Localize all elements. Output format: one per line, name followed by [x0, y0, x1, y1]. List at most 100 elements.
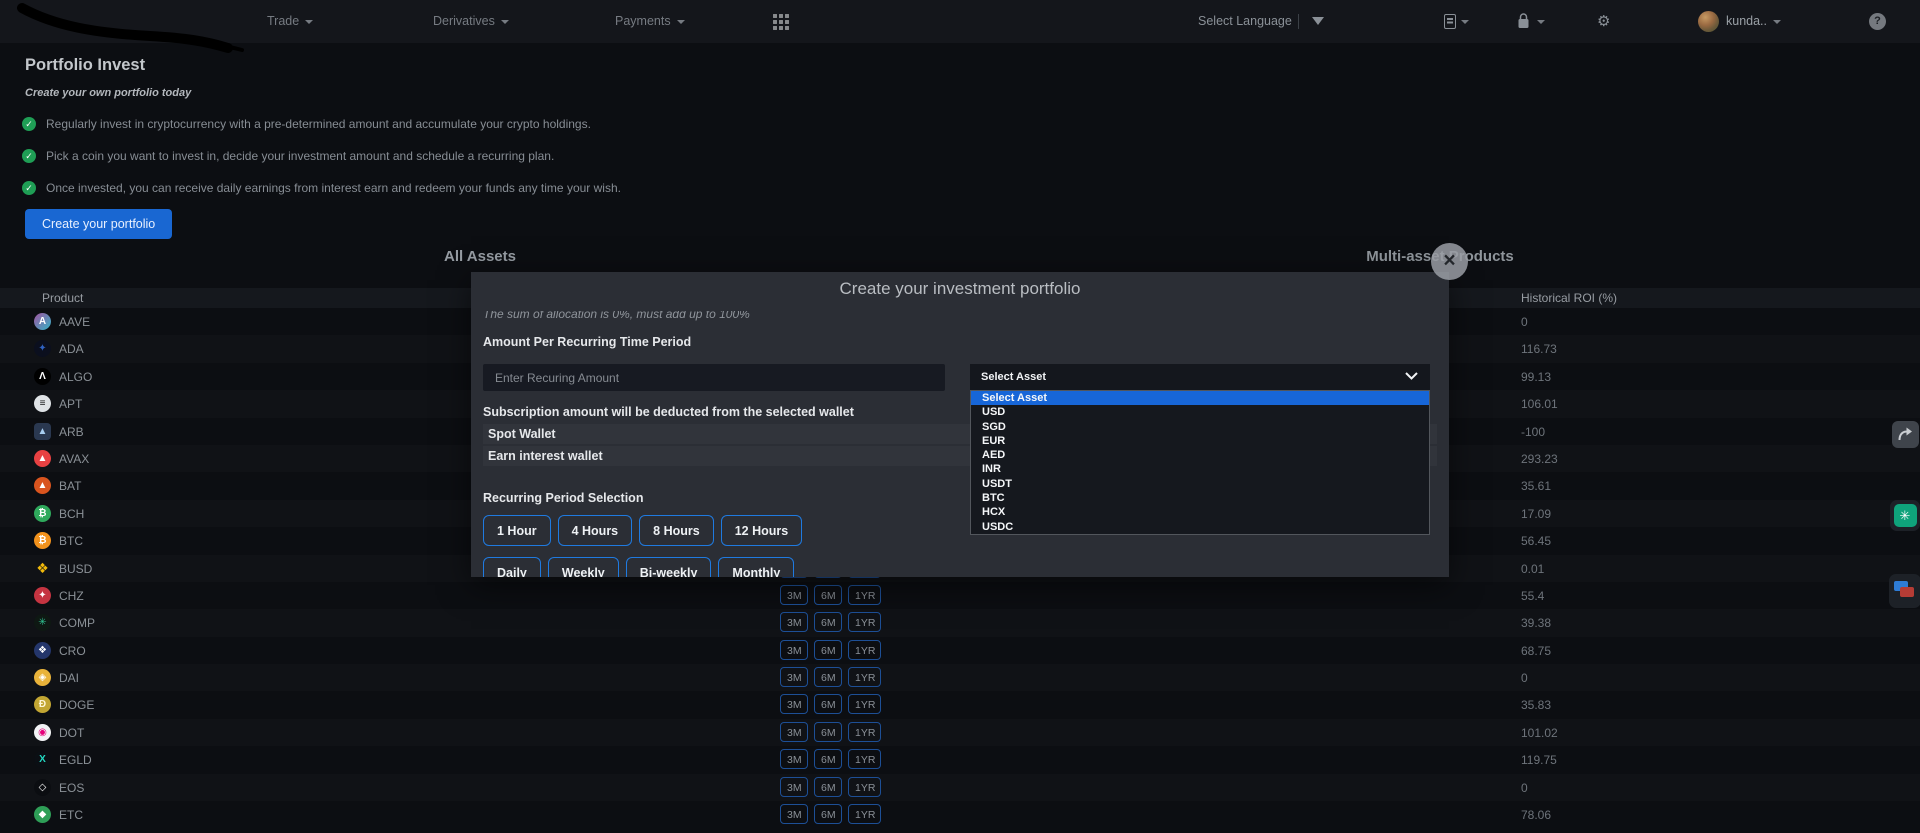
period-1yr-button[interactable]: 1YR — [848, 749, 881, 769]
period-option-button[interactable]: Bi-weekly — [626, 557, 712, 577]
feature-bullet: ✓ Regularly invest in cryptocurrency wit… — [22, 116, 591, 132]
coin-icon: ▲ — [34, 450, 51, 467]
orders-caret[interactable] — [1461, 0, 1469, 43]
coin-icon: ₿ — [34, 505, 51, 522]
roi-value: 0 — [1521, 315, 1528, 329]
nav-menu-trade[interactable]: Trade — [267, 0, 313, 43]
coin-symbol: COMP — [59, 616, 95, 630]
asset-dropdown-option[interactable]: USDT — [971, 477, 1429, 491]
roi-value: 0 — [1521, 671, 1528, 685]
table-row[interactable]: ◈ DAI 3M 6M 1YR 0 — [0, 664, 1920, 691]
period-6m-button[interactable]: 6M — [814, 667, 842, 687]
period-3m-button[interactable]: 3M — [780, 585, 808, 605]
period-option-button[interactable]: 12 Hours — [721, 515, 803, 546]
coin-icon: ◉ — [34, 724, 51, 741]
chevron-down-icon — [501, 20, 509, 24]
asset-dropdown-option[interactable]: INR — [971, 462, 1429, 476]
period-6m-button[interactable]: 6M — [814, 722, 842, 742]
tab-all-assets[interactable]: All Assets — [330, 248, 630, 265]
period-1yr-button[interactable]: 1YR — [848, 612, 881, 632]
asset-dropdown-option[interactable]: USDC — [971, 520, 1429, 534]
coin-symbol: APT — [59, 397, 82, 411]
roi-value: 106.01 — [1521, 397, 1558, 411]
period-option-button[interactable]: Monthly — [718, 557, 794, 577]
asset-dropdown-list: Select AssetUSDSGDEURAEDINRUSDTBTCHCXUSD… — [970, 390, 1430, 535]
nav-menu-payments[interactable]: Payments — [615, 0, 685, 43]
table-row[interactable]: ◇ EOS 3M 6M 1YR 0 — [0, 774, 1920, 801]
assistant-extension-icon[interactable]: ✳ — [1890, 500, 1920, 531]
page-title: Portfolio Invest — [25, 56, 145, 75]
close-icon[interactable]: × — [1431, 243, 1468, 280]
orders-ledger-icon[interactable] — [1444, 14, 1456, 29]
period-3m-button[interactable]: 3M — [780, 612, 808, 632]
nav-menu-derivatives[interactable]: Derivatives — [433, 0, 509, 43]
asset-dropdown-option[interactable]: SGD — [971, 420, 1429, 434]
asset-select-value: Select Asset — [981, 371, 1046, 383]
column-header-roi: Historical ROI (%) — [1521, 291, 1617, 305]
period-option-button[interactable]: 1 Hour — [483, 515, 551, 546]
period-3m-button[interactable]: 3M — [780, 694, 808, 714]
coin-icon: ❖ — [34, 642, 51, 659]
period-6m-button[interactable]: 6M — [814, 777, 842, 797]
share-shortcut-icon[interactable] — [1892, 421, 1919, 448]
language-dropdown-icon[interactable] — [1312, 17, 1324, 25]
period-option-button[interactable]: Daily — [483, 557, 541, 577]
period-6m-button[interactable]: 6M — [814, 749, 842, 769]
user-menu[interactable]: kunda.. — [1726, 0, 1781, 43]
asset-dropdown-option[interactable]: EUR — [971, 434, 1429, 448]
roi-value: 55.4 — [1521, 589, 1544, 603]
table-row[interactable]: Ð DOGE 3M 6M 1YR 35.83 — [0, 691, 1920, 718]
period-6m-button[interactable]: 6M — [814, 585, 842, 605]
asset-select[interactable]: Select Asset — [970, 364, 1430, 390]
table-row[interactable]: X EGLD 3M 6M 1YR 119.75 — [0, 746, 1920, 773]
period-1yr-button[interactable]: 1YR — [848, 640, 881, 660]
chevron-down-icon — [1461, 20, 1469, 24]
bullet-text: Pick a coin you want to invest in, decid… — [46, 149, 554, 163]
period-3m-button[interactable]: 3M — [780, 640, 808, 660]
period-1yr-button[interactable]: 1YR — [848, 804, 881, 824]
roi-value: -100 — [1521, 425, 1545, 439]
period-1yr-button[interactable]: 1YR — [848, 777, 881, 797]
chat-bubbles-icon[interactable] — [1889, 574, 1920, 608]
bag-lock-icon[interactable] — [1516, 13, 1531, 30]
coin-icon: ✦ — [34, 340, 51, 357]
asset-dropdown-option[interactable]: BTC — [971, 491, 1429, 505]
asset-dropdown-option[interactable]: AED — [971, 448, 1429, 462]
coin-symbol: ETC — [59, 808, 83, 822]
period-6m-button[interactable]: 6M — [814, 640, 842, 660]
period-1yr-button[interactable]: 1YR — [848, 722, 881, 742]
language-selector[interactable]: Select Language — [1198, 0, 1292, 43]
help-icon[interactable]: ? — [1869, 13, 1886, 30]
amount-label: Amount Per Recurring Time Period — [483, 335, 691, 349]
period-1yr-button[interactable]: 1YR — [848, 585, 881, 605]
table-row[interactable]: ✦ CHZ 3M 6M 1YR 55.4 — [0, 582, 1920, 609]
period-1yr-button[interactable]: 1YR — [848, 667, 881, 687]
period-6m-button[interactable]: 6M — [814, 612, 842, 632]
period-1yr-button[interactable]: 1YR — [848, 694, 881, 714]
period-6m-button[interactable]: 6M — [814, 804, 842, 824]
table-row[interactable]: ◆ ETC 3M 6M 1YR 78.06 — [0, 801, 1920, 828]
table-row[interactable]: ❖ CRO 3M 6M 1YR 68.75 — [0, 637, 1920, 664]
table-row[interactable]: ◉ DOT 3M 6M 1YR 101.02 — [0, 719, 1920, 746]
period-6m-button[interactable]: 6M — [814, 694, 842, 714]
asset-dropdown-option[interactable]: USD — [971, 405, 1429, 419]
period-3m-button[interactable]: 3M — [780, 804, 808, 824]
period-3m-button[interactable]: 3M — [780, 777, 808, 797]
gear-icon[interactable]: ⚙ — [1597, 0, 1610, 43]
asset-dropdown-option[interactable]: Select Asset — [971, 391, 1429, 405]
period-3m-button[interactable]: 3M — [780, 722, 808, 742]
table-row[interactable]: ✳ COMP 3M 6M 1YR 39.38 — [0, 609, 1920, 636]
period-3m-button[interactable]: 3M — [780, 667, 808, 687]
bag-caret[interactable] — [1537, 0, 1545, 43]
brand-logo[interactable] — [0, 0, 300, 58]
apps-grid-icon[interactable] — [773, 14, 789, 30]
recurring-amount-input[interactable] — [483, 364, 945, 391]
create-portfolio-button[interactable]: Create your portfolio — [25, 209, 172, 239]
asset-dropdown-option[interactable]: HCX — [971, 505, 1429, 519]
period-option-button[interactable]: 4 Hours — [558, 515, 633, 546]
avatar[interactable] — [1698, 11, 1719, 32]
period-option-button[interactable]: Weekly — [548, 557, 619, 577]
period-option-button[interactable]: 8 Hours — [639, 515, 714, 546]
coin-icon: ✳ — [34, 614, 51, 631]
period-3m-button[interactable]: 3M — [780, 749, 808, 769]
